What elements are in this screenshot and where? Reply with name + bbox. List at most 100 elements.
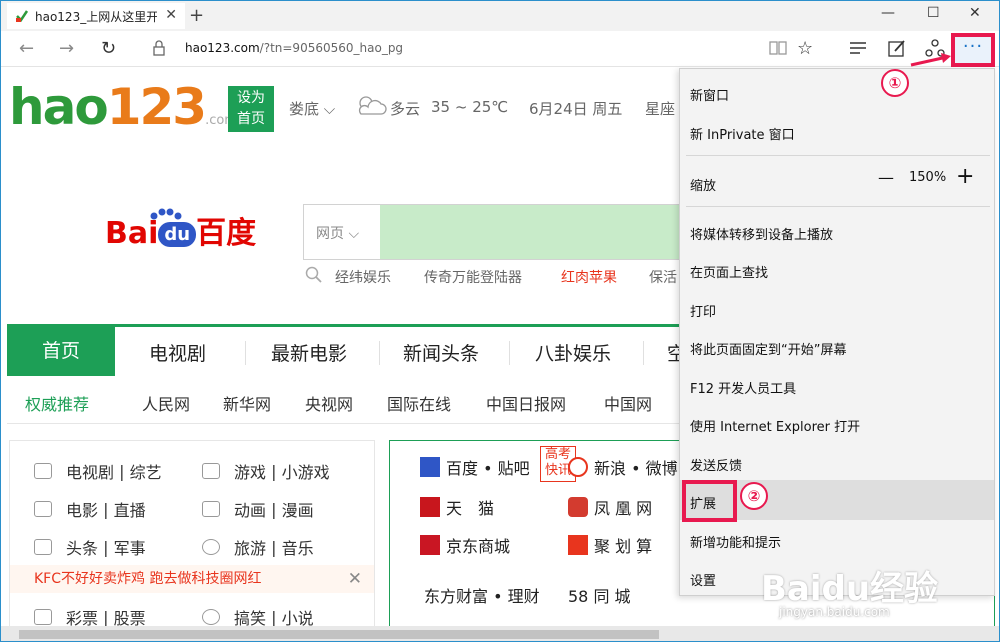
arrow-annotation-icon: [910, 53, 951, 67]
new-tab-icon[interactable]: +: [189, 5, 204, 26]
category-item[interactable]: 电影 | 直播: [34, 497, 146, 521]
sun-icon: [202, 539, 220, 555]
category-label: 音乐: [281, 539, 314, 558]
city-selector[interactable]: 娄底 ⌵: [289, 98, 335, 119]
hao123-logo[interactable]: hao123.com: [9, 78, 237, 136]
site-link[interactable]: 京东商城: [420, 533, 510, 557]
menu-item-new-inprivate[interactable]: 新 InPrivate 窗口: [690, 124, 795, 143]
category-label: 电影: [66, 501, 99, 520]
maximize-icon[interactable]: ☐: [927, 5, 940, 21]
sina-eye-icon: [568, 457, 588, 477]
hotword-link[interactable]: 传奇万能登陆器: [424, 267, 522, 287]
tab-title: hao123_上网从这里开始: [35, 9, 157, 24]
temperature: 35 ~ 25℃: [431, 98, 509, 116]
tab-bar: hao123_上网从这里开始 ✕ + — ☐ ✕: [1, 1, 999, 31]
menu-item-print[interactable]: 打印: [690, 301, 716, 320]
sub-nav-link[interactable]: 新华网: [223, 391, 271, 415]
site-link[interactable]: 天 猫: [420, 495, 494, 519]
zoom-out-button[interactable]: —: [878, 168, 894, 187]
site-label: 凤 凰 网: [594, 499, 653, 518]
sub-nav-link[interactable]: 中国网: [604, 391, 652, 415]
menu-item-open-with-ie[interactable]: 使用 Internet Explorer 打开: [690, 416, 860, 435]
hotword-link[interactable]: 经纬娱乐: [335, 267, 391, 287]
site-link[interactable]: 新浪 • 微博: [568, 455, 678, 479]
category-label: 头条: [66, 539, 99, 558]
browser-window: hao123_上网从这里开始 ✕ + — ☐ ✕ ← → ↻ hao123.co…: [0, 0, 1000, 642]
horizontal-scrollbar[interactable]: [1, 626, 999, 641]
category-label: 电视剧: [66, 463, 115, 482]
step-2-badge: ②: [740, 482, 768, 510]
url-host: hao123.com: [185, 41, 260, 55]
tab-hao123[interactable]: hao123_上网从这里开始 ✕: [7, 3, 185, 29]
forward-arrow-icon[interactable]: →: [59, 38, 74, 59]
category-item[interactable]: 电视剧 | 综艺: [34, 459, 162, 483]
menu-item-pin-to-start[interactable]: 将此页面固定到“开始”屏幕: [690, 339, 846, 358]
nav-home[interactable]: 首页: [7, 327, 115, 376]
search-type-select[interactable]: 网页 ⌵: [316, 223, 359, 243]
close-icon[interactable]: ✕: [348, 565, 362, 593]
hotword-link[interactable]: 红肉苹果: [561, 267, 617, 287]
site-label: 新浪 • 微博: [594, 459, 678, 478]
menu-item-whats-new[interactable]: 新增功能和提示: [690, 532, 781, 551]
category-item[interactable]: 游戏 | 小游戏: [202, 459, 330, 483]
favorite-star-icon[interactable]: ☆: [797, 38, 813, 59]
logo-part-a: hao: [9, 78, 109, 136]
minimize-icon[interactable]: —: [881, 5, 895, 21]
category-item[interactable]: 头条 | 军事: [34, 535, 146, 559]
menu-item-send-feedback[interactable]: 发送反馈: [690, 455, 742, 474]
site-link[interactable]: 东方财富 • 理财: [424, 583, 540, 607]
category-label: 游戏: [234, 463, 267, 482]
category-label: 综艺: [129, 463, 162, 482]
refresh-icon[interactable]: ↻: [101, 38, 116, 59]
kfc-ad-banner[interactable]: KFC不好好卖炸鸡 跑去做科技圈网红 ✕: [10, 565, 374, 593]
menu-item-f12-devtools[interactable]: F12 开发人员工具: [690, 378, 796, 397]
category-label: 直播: [113, 501, 146, 520]
site-label: 京东商城: [446, 537, 511, 556]
set-homepage-button[interactable]: 设为 首页: [228, 86, 274, 132]
date-text: 6月24日 周五: [529, 100, 623, 118]
sub-nav-link[interactable]: 中国日报网: [486, 391, 566, 415]
baidu-paw-icon: [150, 208, 182, 220]
nav-gossip[interactable]: 八卦娱乐: [535, 339, 611, 366]
category-panel: 电视剧 | 综艺 游戏 | 小游戏 电影 | 直播 动画 | 漫画 头条 | 军…: [9, 440, 375, 628]
site-link[interactable]: 58 同 城: [568, 583, 631, 607]
address-bar: ← → ↻ hao123.com/?tn=90560560_hao_pg ☆: [1, 31, 999, 67]
menu-item-find-on-page[interactable]: 在页面上查找: [690, 262, 768, 281]
menu-item-new-window[interactable]: 新窗口: [690, 85, 729, 104]
sub-nav-link[interactable]: 国际在线: [387, 391, 451, 415]
zoom-in-button[interactable]: +: [956, 164, 974, 189]
reading-view-icon[interactable]: [769, 40, 787, 56]
window-close-icon[interactable]: ✕: [969, 5, 981, 21]
back-arrow-icon[interactable]: ←: [19, 38, 34, 59]
site-link[interactable]: 凤 凰 网: [568, 495, 652, 519]
search-input[interactable]: [380, 205, 684, 259]
category-item[interactable]: 动画 | 漫画: [202, 497, 314, 521]
menu-item-cast-media[interactable]: 将媒体转移到设备上播放: [690, 224, 833, 243]
nav-movies[interactable]: 最新电影: [271, 339, 347, 366]
sethome-line2: 首页: [237, 111, 265, 127]
juhuasuan-icon: [568, 535, 588, 555]
tab-close-icon[interactable]: ✕: [165, 7, 177, 23]
hub-icon[interactable]: [849, 40, 867, 56]
sethome-line1: 设为: [237, 90, 265, 106]
category-item[interactable]: 旅游 | 音乐: [202, 535, 314, 559]
constellation-link[interactable]: 星座: [645, 98, 675, 119]
sub-nav-link[interactable]: 人民网: [142, 391, 190, 415]
url-field[interactable]: hao123.com/?tn=90560560_hao_pg: [185, 41, 403, 55]
category-label: 小游戏: [281, 463, 330, 482]
nav-tv[interactable]: 电视剧: [149, 339, 206, 366]
site-link[interactable]: 百度 • 贴吧: [420, 455, 530, 479]
cloudy-weather-icon: [358, 96, 387, 115]
nav-news[interactable]: 新闻头条: [403, 339, 479, 366]
chevron-down-icon: ⌵: [323, 100, 336, 118]
more-actions-button[interactable]: ···: [951, 33, 995, 67]
menu-item-settings[interactable]: 设置: [690, 570, 716, 589]
site-link[interactable]: 聚 划 算: [568, 533, 652, 557]
lock-icon: [153, 40, 165, 56]
category-label: 动画: [234, 501, 267, 520]
scrollbar-thumb[interactable]: [19, 630, 659, 639]
web-note-icon[interactable]: [887, 38, 907, 58]
hotword-link[interactable]: 保活: [649, 267, 677, 287]
sub-nav-link[interactable]: 央视网: [305, 391, 353, 415]
zoom-level: 150%: [909, 170, 947, 185]
